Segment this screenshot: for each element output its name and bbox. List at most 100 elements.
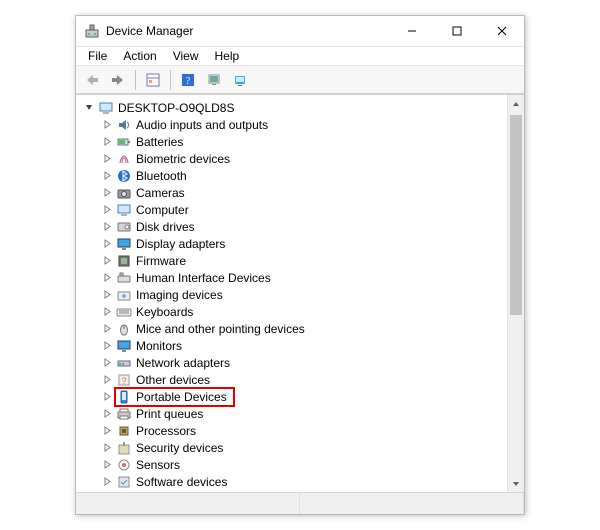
device-manager-window: Device Manager File Action View Help — [75, 15, 525, 515]
svg-text:?: ? — [121, 376, 126, 386]
chevron-right-icon[interactable] — [100, 492, 114, 493]
chevron-right-icon[interactable] — [100, 118, 114, 132]
chevron-right-icon[interactable] — [100, 220, 114, 234]
tree-item[interactable]: Print queues — [80, 405, 507, 422]
tree-item[interactable]: Audio inputs and outputs — [80, 116, 507, 133]
tree-item[interactable]: Sound, video and game controllers — [80, 490, 507, 492]
chevron-right-icon[interactable] — [100, 203, 114, 217]
nav-forward-button[interactable] — [106, 69, 130, 91]
help-button[interactable]: ? — [176, 69, 200, 91]
menu-file[interactable]: File — [80, 47, 115, 65]
tree-item[interactable]: Network adapters — [80, 354, 507, 371]
tree-item[interactable]: Cameras — [80, 184, 507, 201]
chevron-right-icon[interactable] — [100, 475, 114, 489]
chevron-right-icon[interactable] — [100, 152, 114, 166]
menu-action[interactable]: Action — [115, 47, 164, 65]
minimize-button[interactable] — [389, 16, 434, 46]
tree-item-label: Security devices — [136, 441, 223, 455]
chevron-right-icon[interactable] — [100, 373, 114, 387]
monitor-icon — [116, 338, 132, 354]
chevron-right-icon[interactable] — [100, 305, 114, 319]
chevron-right-icon[interactable] — [100, 271, 114, 285]
computer-icon — [116, 202, 132, 218]
menu-help[interactable]: Help — [207, 47, 248, 65]
chevron-right-icon[interactable] — [100, 390, 114, 404]
tree-item-label: Computer — [136, 203, 189, 217]
menu-view[interactable]: View — [165, 47, 207, 65]
tree-item[interactable]: Firmware — [80, 252, 507, 269]
tree-item-label: Other devices — [136, 373, 210, 387]
display-icon — [116, 236, 132, 252]
biometric-icon — [116, 151, 132, 167]
properties-button[interactable] — [141, 69, 165, 91]
menubar: File Action View Help — [76, 46, 524, 66]
tree-item[interactable]: Security devices — [80, 439, 507, 456]
audio-icon — [116, 117, 132, 133]
disk-icon — [116, 219, 132, 235]
tree-item-label: Display adapters — [136, 237, 225, 251]
maximize-button[interactable] — [434, 16, 479, 46]
vertical-scrollbar[interactable] — [507, 95, 524, 492]
statusbar — [76, 492, 524, 514]
software-icon — [116, 474, 132, 490]
chevron-right-icon[interactable] — [100, 169, 114, 183]
tree-item[interactable]: Keyboards — [80, 303, 507, 320]
toolbar-separator — [170, 70, 171, 90]
firmware-icon — [116, 253, 132, 269]
device-tree[interactable]: DESKTOP-O9QLD8S Audio inputs and outputs… — [76, 95, 507, 492]
chevron-right-icon[interactable] — [100, 254, 114, 268]
chevron-right-icon[interactable] — [100, 322, 114, 336]
chevron-right-icon[interactable] — [100, 407, 114, 421]
security-icon — [116, 440, 132, 456]
tree-item[interactable]: Disk drives — [80, 218, 507, 235]
toolbar: ? — [76, 66, 524, 94]
tree-item[interactable]: Processors — [80, 422, 507, 439]
camera-icon — [116, 185, 132, 201]
tree-item-label: Disk drives — [136, 220, 195, 234]
tree-item-label: Biometric devices — [136, 152, 230, 166]
chevron-right-icon[interactable] — [100, 424, 114, 438]
keyboard-icon — [116, 304, 132, 320]
tree-item[interactable]: Batteries — [80, 133, 507, 150]
tree-item-label: Cameras — [136, 186, 185, 200]
chevron-right-icon[interactable] — [100, 339, 114, 353]
tree-item[interactable]: Display adapters — [80, 235, 507, 252]
chevron-right-icon[interactable] — [100, 186, 114, 200]
show-hidden-button[interactable] — [228, 69, 252, 91]
titlebar: Device Manager — [76, 16, 524, 46]
tree-item[interactable]: Bluetooth — [80, 167, 507, 184]
tree-item-label: Bluetooth — [136, 169, 187, 183]
scroll-down-icon[interactable] — [508, 475, 524, 492]
chevron-right-icon[interactable] — [100, 237, 114, 251]
tree-item[interactable]: Mice and other pointing devices — [80, 320, 507, 337]
chevron-right-icon[interactable] — [100, 356, 114, 370]
scan-hardware-button[interactable] — [202, 69, 226, 91]
scroll-up-icon[interactable] — [508, 95, 524, 112]
tree-item[interactable]: Software devices — [80, 473, 507, 490]
chevron-right-icon[interactable] — [100, 441, 114, 455]
chevron-right-icon[interactable] — [100, 288, 114, 302]
tree-item[interactable]: Biometric devices — [80, 150, 507, 167]
tree-item[interactable]: ? Other devices — [80, 371, 507, 388]
sensor-icon — [116, 457, 132, 473]
tree-item-label: Sensors — [136, 458, 180, 472]
chevron-right-icon[interactable] — [100, 458, 114, 472]
tree-item[interactable]: Monitors — [80, 337, 507, 354]
chevron-down-icon[interactable] — [82, 101, 96, 115]
chevron-right-icon[interactable] — [100, 135, 114, 149]
tree-item[interactable]: Portable Devices — [80, 388, 507, 405]
computer-icon — [98, 100, 114, 116]
tree-item[interactable]: Human Interface Devices — [80, 269, 507, 286]
mouse-icon — [116, 321, 132, 337]
tree-item[interactable]: Sensors — [80, 456, 507, 473]
tree-item[interactable]: Computer — [80, 201, 507, 218]
other-icon: ? — [116, 372, 132, 388]
tree-item-label: Keyboards — [136, 305, 193, 319]
nav-back-button[interactable] — [80, 69, 104, 91]
scroll-thumb[interactable] — [510, 115, 522, 315]
printer-icon — [116, 406, 132, 422]
close-button[interactable] — [479, 16, 524, 46]
tree-item[interactable]: Imaging devices — [80, 286, 507, 303]
tree-root[interactable]: DESKTOP-O9QLD8S — [80, 99, 507, 116]
imaging-icon — [116, 287, 132, 303]
